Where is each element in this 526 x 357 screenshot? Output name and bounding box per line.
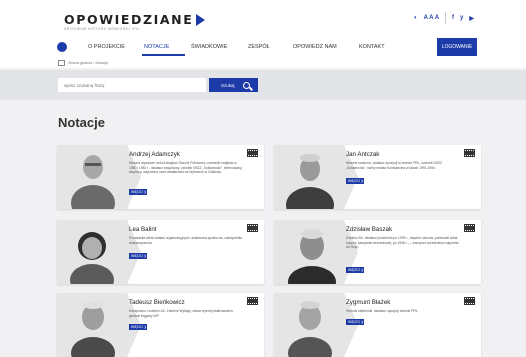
film-icon: [464, 224, 475, 232]
nav-item-notacje[interactable]: NOTACJE: [144, 44, 169, 50]
more-button[interactable]: WIĘCEJ ❯: [346, 267, 364, 273]
breadcrumb-home[interactable]: Strona główna: [68, 61, 92, 65]
film-icon: [247, 149, 258, 157]
font-size-control[interactable]: A A A: [424, 15, 439, 21]
witness-card[interactable]: Jan Antczak Historia rodzinna, działacz …: [274, 145, 481, 209]
portrait: [57, 220, 127, 284]
witness-description: Konspirator i żołnierz AK, Żołnierz Wykl…: [129, 309, 234, 318]
home-icon[interactable]: [57, 42, 67, 52]
witness-card[interactable]: Andrzej Adamczyk Historia wydarzeń wokół…: [57, 145, 264, 209]
twitter-icon[interactable]: y: [460, 15, 463, 21]
nav-item-opowiedz-nam[interactable]: OPOWIEDZ NAM: [293, 44, 337, 50]
witness-name[interactable]: Lea Balint: [129, 226, 157, 233]
breadcrumb: Strona główna / Notacje: [58, 60, 108, 66]
logo-play-icon: [196, 13, 206, 26]
more-button[interactable]: WIĘCEJ ❯: [346, 319, 364, 325]
witness-card[interactable]: Lea Balint Prowadziła wiele działań orga…: [57, 220, 264, 284]
nav-item-swiadkowie[interactable]: ŚWIADKOWIE: [191, 44, 227, 50]
search-button[interactable]: Szukaj: [209, 78, 258, 92]
witness-name[interactable]: Andrzej Adamczyk: [129, 151, 180, 158]
search-button-label: Szukaj: [221, 82, 235, 88]
witness-name[interactable]: Jan Antczak: [346, 151, 379, 158]
portrait: [274, 220, 344, 284]
logo-wordmark: OPOWIEDZIANE: [64, 12, 194, 28]
nav-item-kontakt[interactable]: KONTAKT: [359, 44, 385, 50]
portrait-photo: [286, 154, 334, 209]
nav-item-zespol[interactable]: ZESPÓŁ: [248, 44, 270, 50]
more-button[interactable]: WIĘCEJ ❯: [346, 178, 364, 184]
facebook-icon[interactable]: f: [452, 15, 454, 21]
portrait: [57, 145, 127, 209]
portrait: [274, 293, 344, 357]
more-button[interactable]: WIĘCEJ ❯: [129, 189, 147, 195]
witness-description: Technik elektronik, działacz opozycji ok…: [346, 309, 419, 313]
login-button[interactable]: LOGOWANIE: [437, 38, 477, 56]
witness-card[interactable]: Zdzisław Baszak Żołnierz AK, działacz po…: [274, 220, 481, 284]
portrait-photo: [70, 232, 114, 284]
nav-active-indicator: [142, 54, 185, 56]
witness-name[interactable]: Tadeusz Bieńkowicz: [129, 299, 185, 306]
search-input[interactable]: [58, 78, 206, 92]
film-icon: [464, 297, 475, 305]
portrait-photo: [288, 229, 336, 284]
film-icon: [247, 297, 258, 305]
portrait: [57, 293, 127, 357]
home-crumb-icon[interactable]: [58, 60, 65, 66]
site-logo[interactable]: OPOWIEDZIANE ARCHIWUM HISTORII MÓWIONEJ …: [64, 11, 206, 31]
portrait: [274, 145, 344, 209]
witness-description: Historia rodzinna, działacz opozycji w o…: [346, 161, 443, 170]
top-tools: ◐ A A A f y ▶: [414, 12, 474, 24]
logo-subtitle: ARCHIWUM HISTORII MÓWIONEJ IPN: [64, 27, 140, 31]
breadcrumb-current: Notacje: [95, 61, 109, 65]
portrait-photo: [71, 155, 115, 209]
page-title: Notacje: [58, 115, 105, 130]
witness-name[interactable]: Zdzisław Baszak: [346, 226, 392, 233]
youtube-icon[interactable]: ▶: [469, 15, 474, 22]
witness-description: Prowadziła wiele działań organizacyjnych…: [129, 236, 243, 245]
portrait-photo: [71, 301, 115, 357]
more-button[interactable]: WIĘCEJ ❯: [129, 324, 147, 330]
film-icon: [464, 149, 475, 157]
nav-item-o-projekcie[interactable]: O PROJEKCIE: [88, 44, 125, 50]
witness-card[interactable]: Zygmunt Błażek Technik elektronik, dział…: [274, 293, 481, 357]
witness-description: Historia wydarzeń wokół strajków Stoczni…: [129, 161, 243, 175]
contrast-icon[interactable]: ◐: [414, 15, 418, 21]
search-icon: [242, 81, 250, 89]
portrait-photo: [288, 301, 332, 357]
witness-description: Żołnierz AK, działacz podziemia po 1939 …: [346, 236, 459, 250]
divider: [445, 12, 447, 24]
more-button[interactable]: WIĘCEJ ❯: [129, 253, 147, 259]
witness-card[interactable]: Tadeusz Bieńkowicz Konspirator i żołnier…: [57, 293, 264, 357]
site-header: OPOWIEDZIANE ARCHIWUM HISTORII MÓWIONEJ …: [0, 0, 526, 68]
film-icon: [247, 224, 258, 232]
witness-name[interactable]: Zygmunt Błażek: [346, 299, 390, 306]
